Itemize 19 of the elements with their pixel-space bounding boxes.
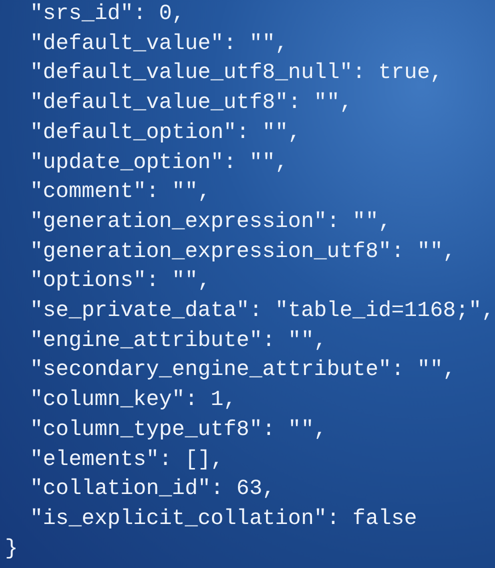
code-line: "column_type_utf8": "", — [30, 416, 327, 444]
code-line: "default_value_utf8_null": true, — [30, 60, 443, 88]
code-line: "default_value": "", — [30, 30, 288, 58]
code-line: "collation_id": 63, — [30, 476, 276, 504]
code-line: "se_private_data": "table_id=1168;", — [30, 298, 494, 326]
code-line: "options": "", — [30, 268, 211, 296]
code-line: "update_option": "", — [30, 150, 288, 177]
code-line: "comment": "", — [30, 179, 211, 206]
code-line: } — [5, 536, 18, 563]
code-line: "default_value_utf8": "", — [30, 90, 353, 118]
code-line: "secondary_engine_attribute": "", — [30, 357, 456, 384]
code-line: "default_option": "", — [30, 120, 301, 147]
code-line: "engine_attribute": "", — [30, 328, 327, 355]
code-line: "srs_id": 0, — [30, 1, 185, 28]
code-line: "generation_expression": "", — [30, 208, 392, 236]
code-line: "generation_expression_utf8": "", — [30, 238, 456, 266]
code-line: "column_key": 1, — [30, 387, 236, 414]
code-line: "is_explicit_collation": false — [30, 506, 418, 533]
code-line: "elements": [], — [30, 446, 224, 474]
